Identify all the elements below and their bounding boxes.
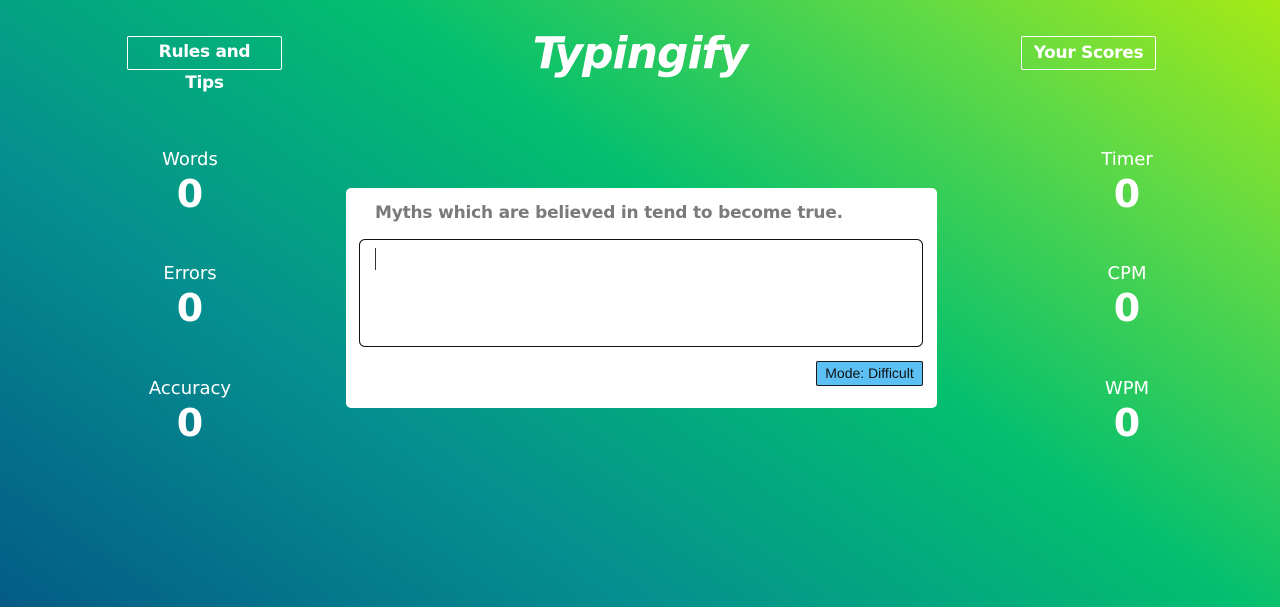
stat-accuracy-value: 0	[176, 401, 204, 445]
stat-timer: Timer 0	[1047, 149, 1207, 215]
stat-wpm-value: 0	[1113, 401, 1141, 445]
quote-text: Myths which are believed in tend to beco…	[375, 203, 843, 223]
stat-cpm-value: 0	[1113, 286, 1141, 330]
stat-errors-value: 0	[176, 286, 204, 330]
stat-words-value: 0	[176, 172, 204, 216]
your-scores-button[interactable]: Your Scores	[1021, 36, 1156, 70]
typing-card: Myths which are believed in tend to beco…	[346, 188, 937, 408]
text-caret	[375, 248, 376, 270]
stat-errors-label: Errors	[163, 263, 217, 284]
stat-timer-label: Timer	[1101, 149, 1153, 170]
stat-timer-value: 0	[1113, 172, 1141, 216]
stat-wpm: WPM 0	[1047, 378, 1207, 444]
stat-wpm-label: WPM	[1104, 378, 1150, 399]
stat-errors: Errors 0	[110, 263, 270, 329]
stat-cpm-label: CPM	[1107, 263, 1147, 284]
stat-cpm: CPM 0	[1047, 263, 1207, 329]
typing-input[interactable]	[359, 239, 923, 347]
stat-accuracy-label: Accuracy	[148, 378, 232, 399]
stat-words-label: Words	[162, 149, 218, 170]
stat-accuracy: Accuracy 0	[110, 378, 270, 444]
stat-words: Words 0	[110, 149, 270, 215]
mode-difficult-button[interactable]: Mode: Difficult	[816, 361, 923, 386]
